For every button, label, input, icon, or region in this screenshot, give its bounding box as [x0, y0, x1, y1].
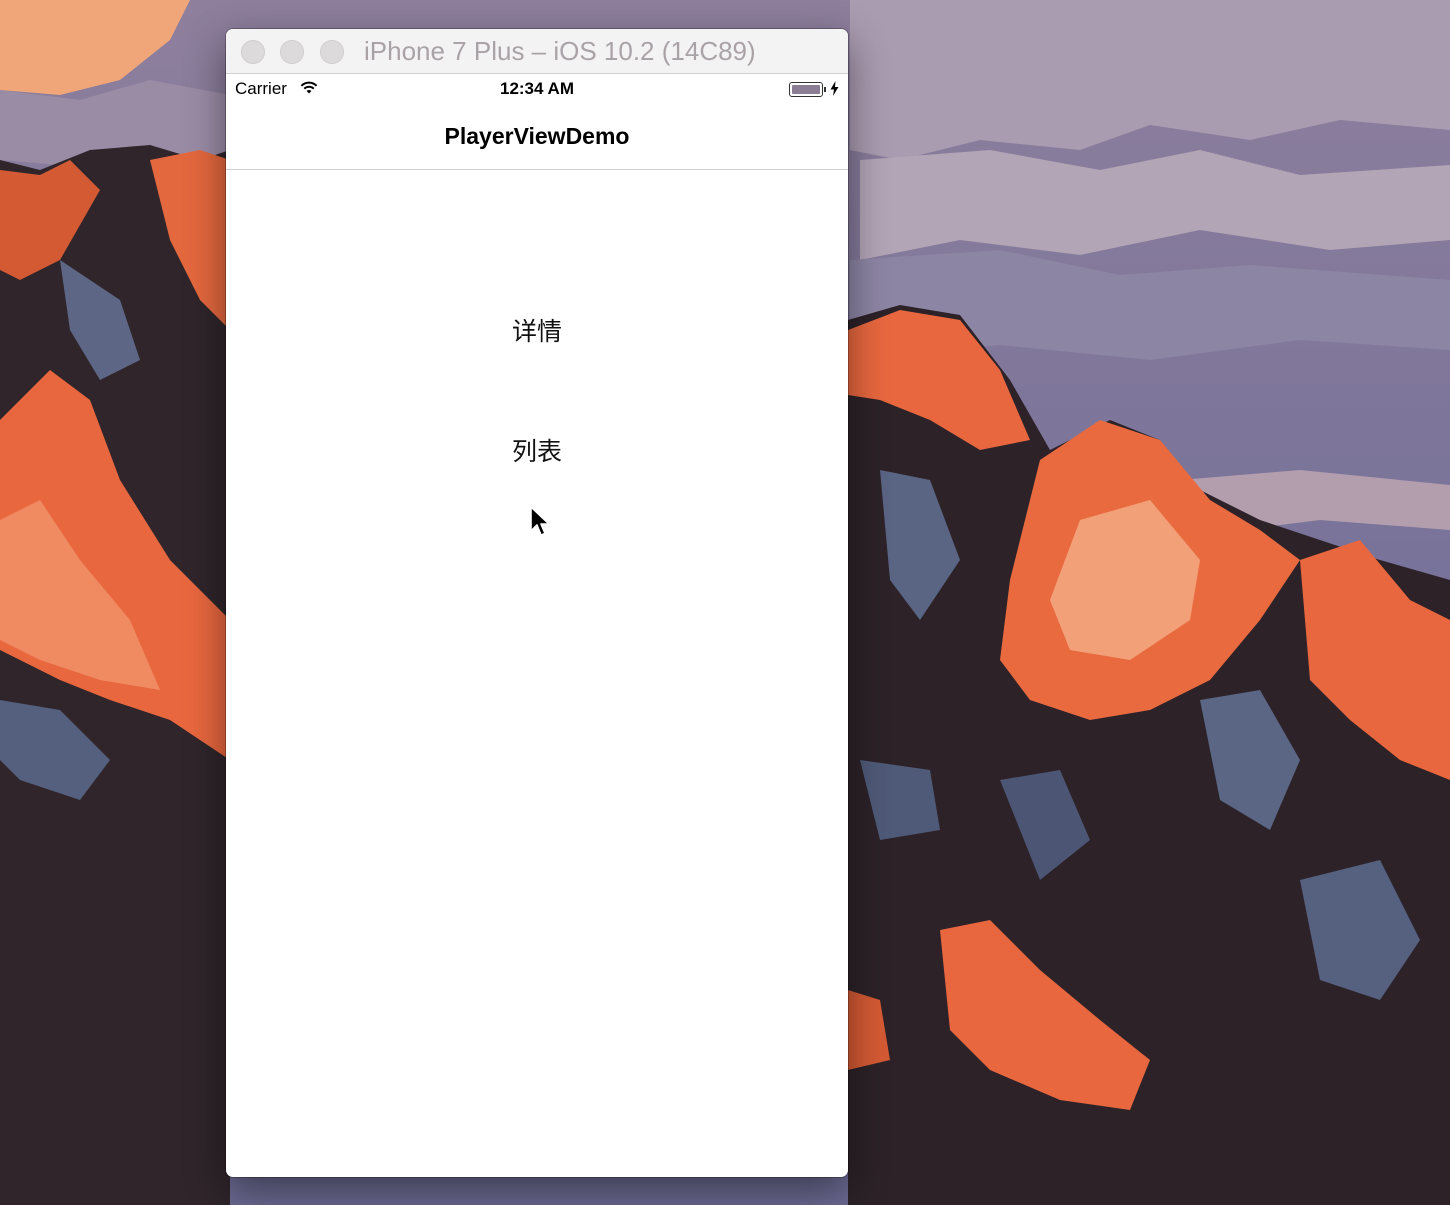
mouse-cursor-icon: [530, 506, 550, 536]
battery-level: [792, 85, 820, 94]
zoom-button[interactable]: [320, 40, 344, 64]
close-button[interactable]: [241, 40, 265, 64]
window-title: iPhone 7 Plus – iOS 10.2 (14C89): [364, 36, 756, 66]
navigation-bar: PlayerViewDemo: [226, 102, 848, 170]
minimize-button[interactable]: [280, 40, 304, 64]
nav-title: PlayerViewDemo: [444, 123, 630, 149]
detail-button[interactable]: 详情: [226, 312, 848, 348]
simulator-window: iPhone 7 Plus – iOS 10.2 (14C89) Carrier…: [226, 29, 848, 1177]
bolt-icon: [830, 81, 839, 96]
window-titlebar[interactable]: iPhone 7 Plus – iOS 10.2 (14C89): [226, 29, 848, 74]
battery-icon: [789, 82, 823, 97]
status-time: 12:34 AM: [499, 79, 574, 98]
list-button[interactable]: 列表: [226, 432, 848, 468]
battery-tip: [824, 87, 826, 92]
ios-status-bar: Carrier 12:34 AM: [226, 74, 848, 102]
